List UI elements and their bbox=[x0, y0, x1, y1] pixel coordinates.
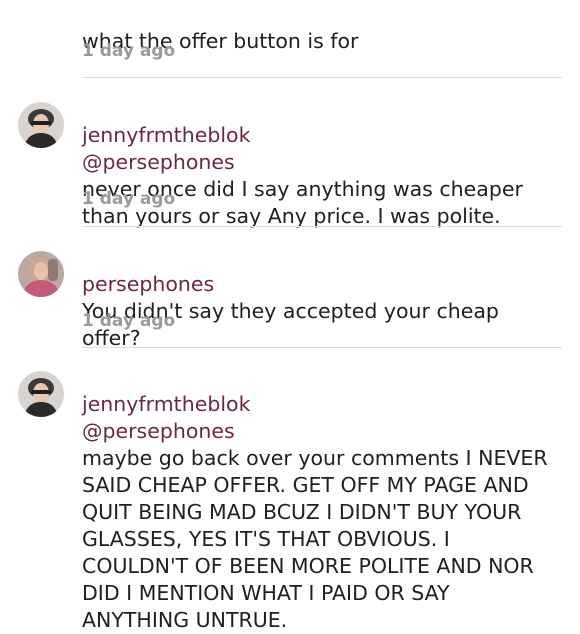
comment-timestamp: 1 day ago bbox=[82, 41, 176, 61]
comment-timestamp: 1 day ago bbox=[82, 189, 176, 209]
comment-username[interactable]: jennyfrmtheblok bbox=[82, 123, 250, 147]
user-avatar-image bbox=[18, 102, 64, 148]
comment-mention[interactable]: @persephones bbox=[82, 150, 235, 174]
comment-username[interactable]: jennyfrmtheblok bbox=[82, 392, 250, 416]
comment-thread: what the offer button is for 1 day ago j… bbox=[0, 0, 580, 632]
avatar[interactable] bbox=[18, 102, 64, 148]
comment-text: jennyfrmtheblok @persephones never once … bbox=[82, 95, 552, 230]
user-avatar-image bbox=[18, 371, 64, 417]
avatar[interactable] bbox=[18, 251, 64, 297]
comment-text: persephones You didn't say they accepted… bbox=[82, 244, 552, 352]
divider bbox=[82, 226, 562, 227]
divider bbox=[82, 77, 562, 78]
divider bbox=[82, 347, 562, 348]
comment-timestamp: 1 day ago bbox=[82, 311, 176, 331]
user-avatar-image bbox=[18, 251, 64, 297]
comment-mention[interactable]: @persephones bbox=[82, 419, 235, 443]
avatar[interactable] bbox=[18, 371, 64, 417]
comment-username[interactable]: persephones bbox=[82, 272, 214, 296]
comment-message: maybe go back over your comments I NEVER… bbox=[82, 446, 548, 632]
comment-text: jennyfrmtheblok @persephones maybe go ba… bbox=[82, 364, 552, 634]
